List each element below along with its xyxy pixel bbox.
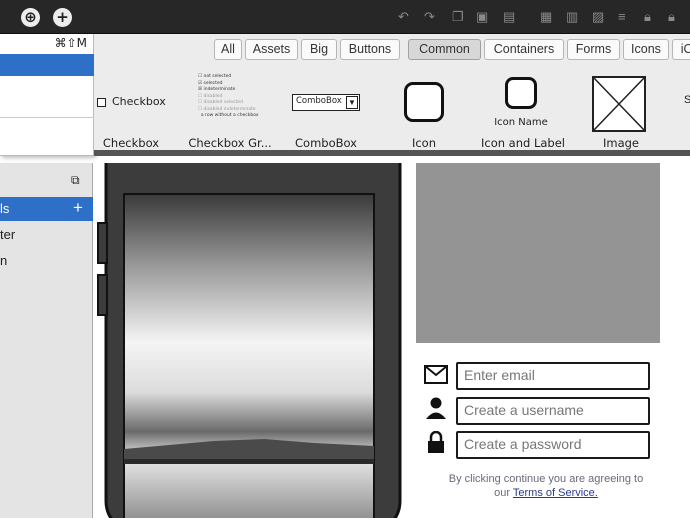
checkbox-group-row: a row without a checkbox — [200, 113, 259, 118]
canvas — [94, 163, 690, 518]
tab-containers[interactable]: Containers — [484, 39, 564, 60]
image-placeholder — [416, 163, 660, 343]
lock-icon[interactable]: 🔒︎ — [644, 0, 651, 34]
add-icon[interactable]: + — [73, 197, 83, 219]
sidebar-item-label: ls — [0, 201, 10, 216]
component-icon-and-label[interactable] — [505, 77, 537, 109]
checkbox-icon — [97, 98, 106, 107]
label-combobox: ComboBox — [295, 136, 357, 150]
sidebar-item[interactable]: n — [0, 249, 7, 273]
tab-icons[interactable]: Icons — [623, 39, 669, 60]
sidebar-item[interactable]: ter — [0, 223, 15, 247]
tab-assets[interactable]: Assets — [245, 39, 298, 60]
tab-ios[interactable]: iO — [672, 39, 690, 60]
duplicate-icon[interactable]: ▣ — [476, 0, 488, 34]
add-mockup-icon[interactable]: ⊕ — [21, 8, 40, 27]
paste-icon[interactable]: ▤ — [503, 0, 515, 34]
envelope-icon — [424, 365, 448, 384]
sidebar-item-selected[interactable]: ls + — [0, 197, 93, 221]
copy-icon[interactable]: ❐ — [452, 0, 464, 34]
password-field[interactable]: Create a password — [456, 431, 650, 459]
component-checkbox[interactable]: Checkbox — [94, 74, 166, 134]
align-icon[interactable]: ≡ — [618, 0, 626, 34]
ui-library-panel: All Assets Big Buttons Common Containers… — [94, 34, 690, 156]
label-image: Image — [602, 136, 640, 150]
bring-forward-icon[interactable]: ▨ — [592, 0, 604, 34]
menu-shortcut: ⌘⇧M — [54, 36, 87, 50]
terms-of-service-link[interactable]: Terms of Service. — [513, 487, 598, 499]
phone-mockup — [97, 163, 402, 518]
tab-big[interactable]: Big — [301, 39, 337, 60]
user-icon — [426, 397, 446, 419]
combobox-arrow-icon: ▼ — [346, 96, 358, 109]
label-checkbox: Checkbox — [102, 136, 160, 150]
tab-all[interactable]: All — [214, 39, 242, 60]
terms-prefix: our — [494, 487, 511, 499]
redo-icon[interactable]: ↷ — [424, 0, 435, 34]
add-cloud-icon[interactable]: + — [53, 8, 72, 27]
username-field[interactable]: Create a username — [456, 397, 650, 425]
sidebar: ⧉ ls + ter n — [0, 163, 93, 518]
label-icon-and-label: Icon and Label — [480, 136, 565, 150]
dropdown-menu: ⌘⇧M — [0, 34, 94, 156]
top-toolbar: ⊕ + ↶ ↷ ❐ ▣ ▤ ▦ ▥ ▨ ≡ 🔒︎ 🔒︎ — [0, 0, 690, 34]
locked-icon[interactable]: 🔒︎ — [668, 0, 675, 34]
component-image[interactable] — [592, 76, 646, 132]
component-combobox[interactable]: ComboBox ▼ — [292, 94, 360, 111]
component-icon[interactable] — [404, 82, 444, 122]
label-icon: Icon — [411, 136, 437, 150]
menu-divider — [0, 117, 94, 118]
checkbox-preview-label: Checkbox — [112, 95, 166, 108]
tab-common[interactable]: Common — [408, 39, 481, 60]
label-checkbox-group: Checkbox Gr... — [188, 136, 272, 150]
tab-buttons[interactable]: Buttons — [340, 39, 400, 60]
terms-text: By clicking continue you are agreeing to — [448, 473, 644, 485]
component-checkbox-group[interactable]: ☐ not selected ☑ selected ☒ indeterminat… — [198, 74, 262, 130]
ungroup-icon[interactable]: ▥ — [566, 0, 578, 34]
component-partial-label: S — [684, 94, 690, 106]
undo-icon[interactable]: ↶ — [398, 0, 409, 34]
tab-forms[interactable]: Forms — [567, 39, 620, 60]
copy-icon[interactable]: ⧉ — [71, 173, 80, 188]
email-field[interactable]: Enter email — [456, 362, 650, 390]
lock-icon — [428, 431, 444, 453]
group-icon[interactable]: ▦ — [540, 0, 552, 34]
combobox-preview-label: ComboBox — [296, 96, 342, 106]
menu-item-highlighted[interactable] — [0, 54, 94, 76]
terms-line: our Terms of Service. — [422, 487, 670, 499]
icon-and-label-preview-text: Icon Name — [494, 117, 548, 128]
